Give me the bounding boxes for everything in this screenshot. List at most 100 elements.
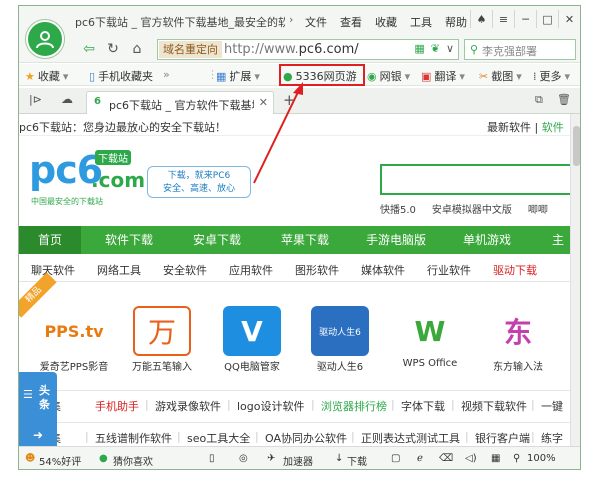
site-search-input[interactable]	[380, 164, 570, 195]
restore-tab-icon[interactable]: ⧉	[535, 93, 543, 107]
list-icon: ☰	[23, 388, 33, 401]
wps-icon: W	[414, 314, 446, 348]
minimize-button[interactable]: ─	[514, 10, 536, 28]
back-button[interactable]: ⇦	[79, 40, 99, 58]
bookmark-translate[interactable]: ▣ 翻译 ▾	[421, 68, 465, 84]
bookmark-more[interactable]: ⁞ 更多 ▾	[533, 68, 570, 84]
tag-row-1: 合集 手机助手 | 游戏录像软件 | logo设计软件 | 浏览器排行榜 | 字…	[19, 390, 570, 417]
redirect-tag: 域名重定向	[159, 41, 222, 58]
bookmark-bank[interactable]: ◉ 网银 ▾	[367, 68, 410, 84]
url-text[interactable]: http://www.pc6.com/	[224, 42, 359, 57]
annotation-highlight-box	[279, 64, 365, 86]
scissors-icon: ✂	[479, 69, 489, 83]
accelerator[interactable]: 加速器	[283, 453, 313, 468]
close-button[interactable]: ✕	[558, 10, 580, 28]
wubi-icon: 万	[133, 306, 191, 356]
new-tab-button[interactable]: +	[283, 91, 296, 109]
extension-icon: ▦	[216, 69, 227, 83]
tab-pc6[interactable]: 6 pc6下载站 _ 官方软件下载基地 ✕	[86, 91, 274, 114]
site-logo[interactable]: pc6 下载站 .com 中国最安全的下载站	[29, 144, 149, 214]
window-title: pc6下载站 _ 官方软件下载基地_最安全的软	[75, 16, 285, 29]
user-avatar[interactable]	[26, 20, 64, 58]
zoom-level[interactable]: 100%	[527, 453, 556, 464]
doc-icon[interactable]: ▢	[391, 453, 400, 464]
dropdown-icon[interactable]: ∨	[446, 42, 454, 55]
grid-view-icon[interactable]: ▦	[491, 453, 500, 464]
maximize-button[interactable]: □	[536, 10, 558, 28]
guess-you-like[interactable]: 猜你喜欢	[113, 453, 153, 468]
address-icons: ▦ ❦ ∨	[414, 42, 454, 55]
browser-window: pc6下载站 _ 官方软件下载基地_最安全的软 › 文件 查看 收藏 工具 帮助…	[18, 5, 581, 470]
leaf-icon[interactable]: ❦	[431, 42, 440, 55]
mobile-icon[interactable]: ▯	[209, 453, 215, 464]
phone-icon: ▯	[89, 69, 96, 83]
search-placeholder: 李克强部署	[482, 45, 537, 58]
app-qq-manager[interactable]: V QQ电脑管家	[213, 306, 291, 373]
translate-icon: ▣	[421, 69, 432, 83]
site-welcome-text: pc6下载站：您身边最放心的安全下载站！	[19, 121, 227, 134]
arrow-right-icon: ➜	[33, 428, 44, 442]
qr-code-icon[interactable]: ▦	[414, 42, 424, 55]
search-icon: ⚲	[470, 43, 479, 56]
bank-icon: ◉	[367, 69, 377, 83]
page-viewport: pc6下载站：您身边最放心的安全下载站！ 最新软件 | 软件 pc6 下载站 .…	[19, 114, 570, 446]
app-dongfang-input[interactable]: 东 东方输入法	[479, 306, 557, 373]
tab-close-icon[interactable]: ✕	[259, 96, 268, 109]
scrollbar-thumb[interactable]	[573, 126, 580, 166]
chevron-right-icon: ›	[289, 13, 294, 26]
vertical-scrollbar[interactable]	[570, 114, 580, 446]
navigation-bar: ⇦ ↻ ⌂ 域名重定向 http://www.pc6.com/ ▦ ❦ ∨ ⚲ …	[19, 36, 580, 63]
headline-float-button[interactable]: ☰ 头 条 ➜	[19, 372, 57, 446]
menu-help[interactable]: 帮助	[445, 14, 467, 30]
dot-icon: ●	[99, 453, 108, 464]
app-wanneng-wubi[interactable]: 万 万能五笔输入	[123, 306, 201, 373]
good-rate[interactable]: 54%好评	[39, 453, 81, 468]
shirt-icon[interactable]: ♠	[470, 10, 492, 28]
home-button[interactable]: ⌂	[127, 40, 147, 58]
download[interactable]: 下载	[347, 453, 367, 468]
nav-home[interactable]: 首页	[19, 226, 81, 254]
site-slogan: 下载，就来PC6 安全、高速、放心	[147, 166, 251, 198]
bookmark-mobile[interactable]: ▯ 手机收藏夹	[89, 68, 153, 84]
trash-icon[interactable]: 🗑	[557, 93, 571, 106]
nav-single-games[interactable]: 单机游戏	[449, 226, 525, 254]
user-icon	[36, 31, 54, 49]
zoom-icon: ⚲	[513, 453, 521, 464]
bookmark-favorites[interactable]: ★ 收藏 ▾	[25, 68, 68, 84]
refresh-button[interactable]: ↻	[103, 40, 123, 58]
app-pps[interactable]: PPS.tv 爱奇艺PPS影音	[35, 306, 113, 374]
bookmark-screenshot[interactable]: ✂ 截图 ▾	[479, 68, 522, 84]
address-bar[interactable]: 域名重定向 http://www.pc6.com/ ▦ ❦ ∨	[157, 39, 459, 60]
hot-search-links: 快播5.0 安卓模拟器中文版 唧唧	[380, 205, 548, 216]
rocket-icon: ✈	[267, 453, 276, 464]
nav-software[interactable]: 软件下载	[91, 226, 167, 254]
title-bar: pc6下载站 _ 官方软件下载基地_最安全的软 › 文件 查看 收藏 工具 帮助…	[19, 6, 580, 36]
menu-view[interactable]: 查看	[340, 14, 362, 30]
volume-icon[interactable]: ◁)	[465, 453, 477, 464]
app-wps-office[interactable]: W WPS Office	[391, 306, 469, 370]
sidebar-toggle-icon[interactable]: |⊳	[29, 93, 42, 106]
menu-icon[interactable]: ≡	[492, 10, 514, 28]
nav-mobile-games-pc[interactable]: 手游电脑版	[351, 226, 441, 254]
bookmarks-more-chevron[interactable]: »	[163, 68, 170, 81]
cloud-icon[interactable]: ☁	[61, 92, 73, 106]
star-icon: ★	[25, 69, 35, 83]
bookmark-extensions[interactable]: ▦ 扩展 ▾	[216, 68, 260, 84]
search-box[interactable]: ⚲ 李克强部署	[464, 39, 576, 60]
shield-icon: V	[223, 306, 281, 356]
menu-favorites[interactable]: 收藏	[375, 14, 397, 30]
nav-more[interactable]: 主	[543, 226, 570, 254]
smile-icon: ☻	[25, 453, 36, 464]
clear-icon[interactable]: ⌫	[439, 453, 453, 464]
menu-file[interactable]: 文件	[305, 14, 327, 30]
menu-bar: 文件 查看 收藏 工具 帮助	[305, 14, 467, 30]
nav-android[interactable]: 安卓下载	[179, 226, 255, 254]
app-driver-life[interactable]: 驱动人生6 驱动人生6	[301, 306, 379, 373]
dongfang-icon: 东	[503, 316, 532, 349]
grid-icon: ⁞	[533, 69, 537, 83]
menu-tools[interactable]: 工具	[410, 14, 432, 30]
weibo-icon[interactable]: ◎	[239, 453, 248, 464]
ie-icon[interactable]: ℯ	[417, 453, 423, 464]
nav-apple[interactable]: 苹果下载	[267, 226, 343, 254]
site-top-strip: pc6下载站：您身边最放心的安全下载站！ 最新软件 | 软件	[19, 114, 570, 136]
